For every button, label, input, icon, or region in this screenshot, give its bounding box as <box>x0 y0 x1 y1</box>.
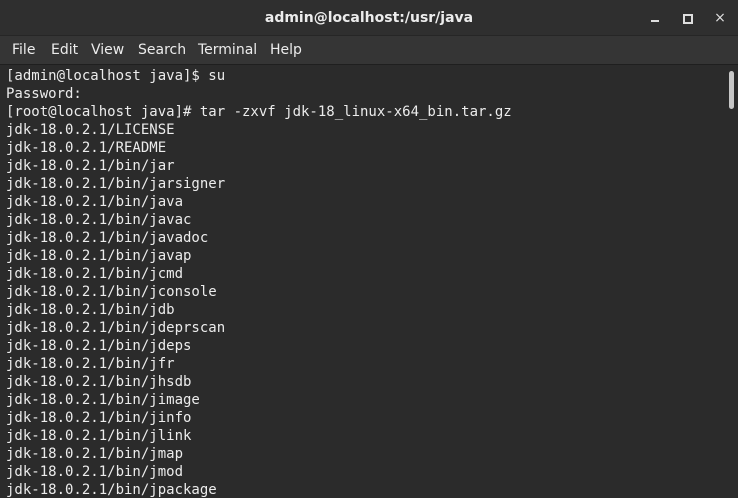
terminal-line: jdk-18.0.2.1/bin/javadoc <box>6 230 209 246</box>
terminal-line: jdk-18.0.2.1/README <box>6 140 167 156</box>
terminal-line: [admin@localhost java]$ su <box>6 68 226 84</box>
terminal-line: jdk-18.0.2.1/bin/jpackage <box>6 482 217 498</box>
terminal-line: Password: <box>6 86 82 102</box>
menu-help[interactable]: Help <box>270 36 302 64</box>
menu-file[interactable]: File <box>12 36 35 64</box>
menu-view[interactable]: View <box>91 36 124 64</box>
terminal-line: jdk-18.0.2.1/bin/javap <box>6 248 192 264</box>
scrollbar[interactable] <box>724 65 738 498</box>
close-icon: × <box>714 10 726 26</box>
terminal-line: jdk-18.0.2.1/bin/jdb <box>6 302 175 318</box>
terminal-output[interactable]: [admin@localhost java]$ su Password: [ro… <box>0 65 724 498</box>
maximize-icon <box>683 14 693 24</box>
scrollbar-thumb[interactable] <box>729 71 734 109</box>
maximize-button[interactable] <box>677 8 697 28</box>
menu-search[interactable]: Search <box>138 36 186 64</box>
terminal-line: jdk-18.0.2.1/bin/jcmd <box>6 266 184 282</box>
terminal-line: jdk-18.0.2.1/LICENSE <box>6 122 175 138</box>
close-button[interactable]: × <box>710 8 730 28</box>
terminal-line: jdk-18.0.2.1/bin/jdeps <box>6 338 192 354</box>
minimize-icon <box>651 20 659 22</box>
terminal-line: jdk-18.0.2.1/bin/jhsdb <box>6 374 192 390</box>
terminal-line: jdk-18.0.2.1/bin/jfr <box>6 356 175 372</box>
terminal-line: jdk-18.0.2.1/bin/jarsigner <box>6 176 226 192</box>
window-title: admin@localhost:/usr/java <box>264 10 474 26</box>
terminal-line: jdk-18.0.2.1/bin/jlink <box>6 428 192 444</box>
terminal-window: admin@localhost:/usr/java × File Edit Vi… <box>0 0 738 498</box>
terminal-line: jdk-18.0.2.1/bin/jmod <box>6 464 184 480</box>
minimize-button[interactable] <box>645 8 665 28</box>
terminal-line: jdk-18.0.2.1/bin/java <box>6 194 184 210</box>
title-bar[interactable]: admin@localhost:/usr/java × <box>0 0 738 36</box>
menu-bar: File Edit View Search Terminal Help <box>0 36 738 65</box>
terminal-line: jdk-18.0.2.1/bin/jmap <box>6 446 184 462</box>
terminal-line: jdk-18.0.2.1/bin/javac <box>6 212 192 228</box>
terminal-line: jdk-18.0.2.1/bin/jimage <box>6 392 200 408</box>
menu-terminal[interactable]: Terminal <box>198 36 257 64</box>
terminal-line: jdk-18.0.2.1/bin/jdeprscan <box>6 320 226 336</box>
terminal-line: [root@localhost java]# tar -zxvf jdk-18_… <box>6 104 512 120</box>
menu-edit[interactable]: Edit <box>51 36 78 64</box>
terminal-line: jdk-18.0.2.1/bin/jconsole <box>6 284 217 300</box>
terminal-line: jdk-18.0.2.1/bin/jinfo <box>6 410 192 426</box>
terminal-line: jdk-18.0.2.1/bin/jar <box>6 158 175 174</box>
